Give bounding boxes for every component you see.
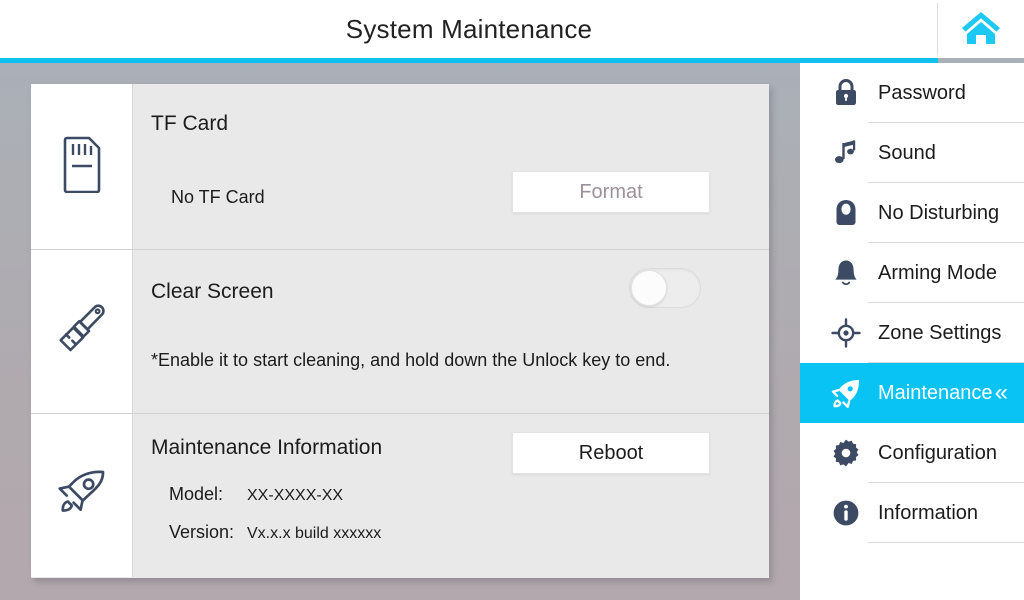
- sidebar-item-label: Zone Settings: [878, 321, 1002, 344]
- music-note-icon: [824, 138, 868, 168]
- maintenance-icon-cell: [31, 414, 133, 577]
- sidebar-item-label: Maintenance: [878, 381, 993, 404]
- sidebar-item-arming-mode[interactable]: Arming Mode: [800, 243, 1024, 303]
- sidebar-item-label: Password: [878, 81, 966, 104]
- gear-icon: [824, 438, 868, 468]
- tf-card-title: TF Card: [151, 112, 229, 135]
- settings-panel: TF Card No TF Card Format Clear Screen *…: [31, 84, 769, 578]
- sd-card-icon: [59, 135, 105, 198]
- toggle-knob: [631, 270, 667, 306]
- version-field: Version: Vx.x.x build xxxxxx: [169, 522, 381, 543]
- model-field: Model: XX-XXXX-XX: [169, 484, 343, 505]
- clear-screen-row: Clear Screen *Enable it to start cleanin…: [31, 250, 769, 414]
- model-label: Model:: [169, 484, 224, 504]
- header-bar: System Maintenance: [0, 0, 1024, 58]
- maintenance-information-row: Maintenance Information Reboot Model: XX…: [31, 414, 769, 577]
- home-button[interactable]: [938, 0, 1024, 58]
- clear-screen-icon-cell: [31, 250, 133, 413]
- sidebar-item-sound[interactable]: Sound: [800, 123, 1024, 183]
- maintenance-information-title: Maintenance Information: [151, 436, 383, 459]
- sidebar-item-information[interactable]: Information: [800, 483, 1024, 543]
- bell-icon: [824, 258, 868, 288]
- chevron-left-icon[interactable]: «: [995, 381, 1008, 405]
- clear-screen-note: *Enable it to start cleaning, and hold d…: [151, 350, 671, 370]
- paintbrush-icon: [52, 298, 112, 365]
- page-title: System Maintenance: [345, 13, 593, 44]
- sidebar-item-maintenance[interactable]: Maintenance «: [800, 363, 1024, 423]
- info-circle-icon: [824, 498, 868, 528]
- settings-sidebar: Password Sound No Disturbing Arming Mode…: [800, 63, 1024, 600]
- tf-card-body: TF Card No TF Card Format: [133, 84, 769, 249]
- sidebar-item-label: Arming Mode: [878, 261, 997, 284]
- format-button[interactable]: Format: [512, 171, 710, 213]
- clear-screen-toggle[interactable]: [629, 268, 701, 308]
- sidebar-item-label: Sound: [878, 141, 936, 164]
- sidebar-item-zone-settings[interactable]: Zone Settings: [800, 303, 1024, 363]
- tf-card-status: No TF Card: [171, 187, 265, 207]
- rocket-icon: [51, 462, 113, 529]
- version-label: Version:: [169, 522, 235, 542]
- home-icon: [959, 7, 1003, 52]
- sidebar-item-no-disturbing[interactable]: No Disturbing: [800, 183, 1024, 243]
- tf-card-icon-cell: [31, 84, 133, 249]
- sidebar-item-configuration[interactable]: Configuration: [800, 423, 1024, 483]
- sidebar-separator: [868, 542, 1024, 543]
- rocket-icon: [824, 377, 868, 409]
- door-hanger-icon: [824, 198, 868, 228]
- clear-screen-title: Clear Screen: [151, 280, 274, 303]
- lock-icon: [824, 78, 868, 108]
- sidebar-item-label: No Disturbing: [878, 201, 1000, 224]
- maintenance-body: Maintenance Information Reboot Model: XX…: [133, 414, 769, 577]
- model-value: XX-XXXX-XX: [247, 487, 344, 504]
- sidebar-item-label: Information: [878, 501, 979, 524]
- sidebar-item-password[interactable]: Password: [800, 63, 1024, 123]
- sidebar-item-label: Configuration: [878, 441, 997, 464]
- device-screen: System Maintenance TF Card No TF Card Fo…: [0, 0, 1024, 600]
- crosshair-icon: [824, 318, 868, 348]
- header-accent-bar: [0, 58, 938, 63]
- version-value: Vx.x.x build xxxxxx: [247, 525, 382, 542]
- clear-screen-body: Clear Screen *Enable it to start cleanin…: [133, 250, 769, 413]
- reboot-button[interactable]: Reboot: [512, 432, 710, 474]
- tf-card-row: TF Card No TF Card Format: [31, 84, 769, 250]
